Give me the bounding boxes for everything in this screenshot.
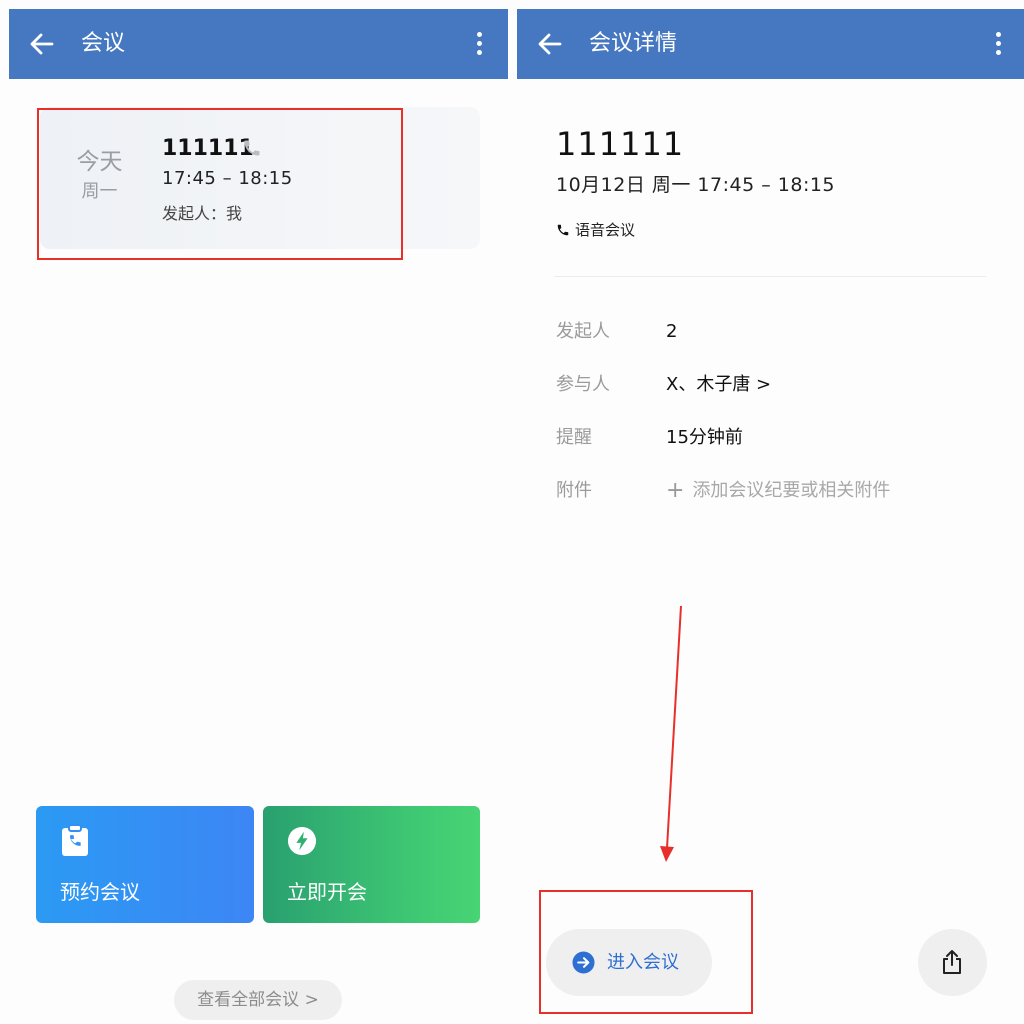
more-options-icon[interactable]: [991, 29, 1005, 61]
calendar-phone-icon: [62, 824, 88, 856]
meeting-detail-screen: 会议详情 111111 10月12日 周一 17:45 – 18:15 语音会议…: [512, 0, 1024, 1024]
meeting-title: 111111: [556, 125, 685, 163]
page-title: 会议: [81, 31, 126, 56]
instant-meeting-label: 立即开会: [287, 880, 367, 904]
meeting-type: 语音会议: [556, 218, 635, 242]
participants-value[interactable]: X、木子唐 >: [666, 372, 771, 398]
meeting-date: 今天 周一: [72, 147, 127, 205]
schedule-meeting-label: 预约会议: [60, 880, 140, 904]
meeting-datetime: 10月12日 周一 17:45 – 18:15: [556, 174, 836, 196]
plus-icon: +: [666, 478, 685, 503]
instant-meeting-button[interactable]: 立即开会: [263, 806, 480, 923]
join-meeting-label: 进入会议: [607, 952, 679, 973]
app-bar: 会议: [9, 9, 508, 79]
phone-icon: [557, 224, 569, 236]
schedule-meeting-button[interactable]: 预约会议: [36, 806, 254, 923]
back-arrow-icon[interactable]: [29, 31, 55, 57]
add-attachment-label: 添加会议纪要或相关附件: [692, 480, 891, 501]
meeting-type-label: 语音会议: [575, 221, 636, 239]
more-options-icon[interactable]: [472, 29, 486, 61]
add-attachment-button[interactable]: + 添加会议纪要或相关附件: [666, 478, 890, 504]
back-arrow-icon[interactable]: [537, 31, 563, 57]
meeting-day-label: 今天: [76, 149, 123, 175]
attachment-label: 附件: [556, 480, 592, 501]
app-bar: 会议详情: [517, 9, 1024, 79]
share-button[interactable]: [918, 929, 987, 996]
meeting-weekday-label: 周一: [81, 181, 118, 202]
reminder-label: 提醒: [556, 427, 592, 448]
meeting-list-item[interactable]: 今天 周一 111111 17:45 – 18:15 发起人：我: [40, 107, 480, 249]
phone-icon: [244, 140, 260, 156]
participants-label: 参与人: [556, 374, 610, 395]
host-value: 2: [666, 321, 678, 342]
meeting-list-screen: 会议 今天 周一 111111 17:45 – 18:15 发起人：我 预约会议…: [0, 0, 512, 1024]
view-all-meetings-link[interactable]: 查看全部会议 >: [174, 980, 342, 1020]
arrow-right-circle-icon: [572, 951, 595, 974]
meeting-time: 17:45 – 18:15: [162, 168, 293, 189]
share-icon: [943, 950, 961, 974]
host-label: 发起人: [556, 321, 610, 342]
meeting-host: 发起人：我: [162, 204, 243, 223]
divider: [554, 276, 986, 277]
meeting-name: 111111: [162, 136, 254, 161]
reminder-value[interactable]: 15分钟前: [666, 425, 743, 451]
lightning-icon: [287, 826, 317, 856]
join-meeting-button[interactable]: 进入会议: [546, 929, 712, 996]
page-title: 会议详情: [589, 31, 678, 56]
